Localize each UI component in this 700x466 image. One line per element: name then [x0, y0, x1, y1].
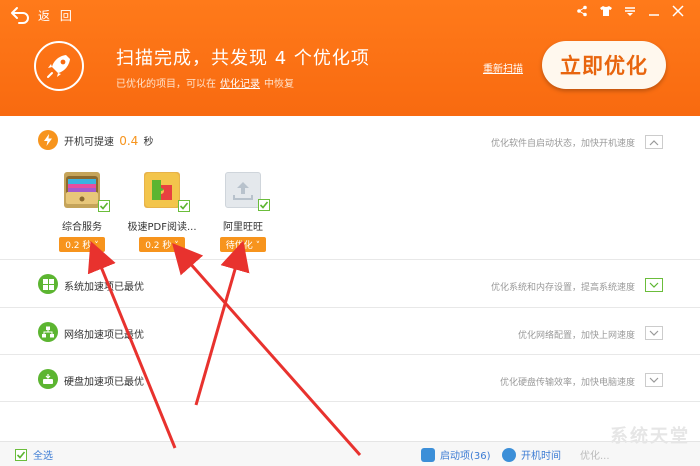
- watermark-logo: 系统天堂: [580, 410, 695, 462]
- disk-section: 硬盘加速项已最优 优化硬盘传输效率，加快电脑速度: [0, 355, 700, 402]
- app-item[interactable]: 极速PDF阅读... 0.2 秒 ˅: [122, 172, 202, 252]
- windows-icon: [38, 274, 58, 294]
- optimize-now-button[interactable]: 立即优化: [542, 41, 666, 89]
- back-button[interactable]: 返 回: [10, 5, 75, 25]
- app-item[interactable]: 综合服务 0.2 秒 ˅: [42, 172, 122, 252]
- lightning-icon: [38, 130, 58, 150]
- shirt-icon[interactable]: [594, 2, 618, 20]
- collapse-toggle[interactable]: [645, 135, 663, 149]
- page-subtitle: 已优化的项目，可以在 优化记录 中恢复: [116, 75, 294, 90]
- select-all-label: 全选: [33, 451, 53, 462]
- optimize-history-link[interactable]: 优化记录: [220, 79, 260, 90]
- checkbox[interactable]: [258, 199, 270, 211]
- boot-time-link[interactable]: 开机时间: [502, 447, 561, 462]
- startup-items-icon: [421, 447, 435, 462]
- app-name: 综合服务: [62, 222, 102, 233]
- system-title: 系统加速项已最优: [64, 282, 144, 293]
- rescan-link[interactable]: 重新扫描: [483, 60, 523, 75]
- rocket-icon: [34, 41, 84, 91]
- expand-toggle[interactable]: [645, 278, 663, 292]
- wallet-icon: [64, 172, 110, 212]
- startup-items-label: 启动项(36): [440, 451, 491, 462]
- app-name: 极速PDF阅读...: [127, 222, 197, 233]
- expand-toggle[interactable]: [645, 373, 663, 387]
- subtitle-suffix: 中恢复: [264, 79, 294, 90]
- disk-icon: [38, 369, 58, 389]
- startup-desc: 优化软件自启动状态，加快开机速度: [490, 139, 635, 149]
- startup-unit: 秒: [143, 137, 154, 148]
- puzzle-icon: [144, 172, 190, 212]
- app-time-dropdown[interactable]: 0.2 秒 ˅: [59, 237, 105, 252]
- expand-toggle[interactable]: [645, 326, 663, 340]
- back-label: 返 回: [38, 8, 75, 23]
- page-title: 扫描完成，共发现 4 个优化项: [116, 48, 370, 69]
- subtitle-prefix: 已优化的项目，可以在: [116, 79, 216, 90]
- startup-value: 0.4: [119, 134, 139, 148]
- checkbox[interactable]: [178, 200, 190, 212]
- checkbox[interactable]: [15, 448, 27, 461]
- boot-time-label: 开机时间: [521, 451, 561, 462]
- select-all-checkbox[interactable]: 全选: [15, 447, 53, 462]
- app-name: 阿里旺旺: [223, 222, 263, 233]
- network-title: 网络加速项已最优: [64, 330, 144, 341]
- menu-icon[interactable]: [618, 2, 642, 20]
- startup-title-prefix: 开机可提速: [64, 137, 114, 148]
- minimize-icon[interactable]: [642, 2, 666, 20]
- startup-items-link[interactable]: 启动项(36): [421, 447, 491, 462]
- disk-desc: 优化硬盘传输效率，加快电脑速度: [499, 378, 635, 388]
- clock-icon: [502, 447, 516, 462]
- upload-icon: [225, 172, 270, 211]
- close-icon[interactable]: [666, 2, 690, 20]
- startup-section: 开机可提速 0.4 秒 优化软件自启动状态，加快开机速度 综合服务 0.2 秒 …: [0, 117, 700, 260]
- app-time-dropdown[interactable]: 待优化 ˅: [219, 237, 267, 252]
- checkbox[interactable]: [98, 200, 110, 212]
- app-time-dropdown[interactable]: 0.2 秒 ˅: [139, 237, 185, 252]
- share-icon[interactable]: [570, 2, 594, 20]
- window-controls: [570, 2, 690, 20]
- network-icon: [38, 322, 58, 342]
- app-badge-text: 0.2 秒: [65, 241, 92, 251]
- watermark-text: 系统天堂: [610, 426, 690, 447]
- back-arrow-icon: [11, 7, 29, 24]
- system-section: 系统加速项已最优 优化系统和内存设置，提高系统速度: [0, 260, 700, 308]
- app-badge-text: 待优化: [225, 241, 253, 251]
- disk-title: 硬盘加速项已最优: [64, 377, 144, 388]
- system-desc: 优化系统和内存设置，提高系统速度: [490, 283, 635, 293]
- app-badge-text: 0.2 秒: [145, 241, 172, 251]
- network-desc: 优化网络配置，加快上网速度: [517, 331, 635, 341]
- startup-title: 开机可提速 0.4 秒: [64, 133, 153, 148]
- app-item[interactable]: 阿里旺旺 待优化 ˅: [203, 172, 283, 252]
- network-section: 网络加速项已最优 优化网络配置，加快上网速度: [0, 308, 700, 355]
- header-bar: 返 回 扫描完成，共发现 4 个优化项 已优化的项目，可以在 优化记录 中恢复 重新…: [0, 0, 700, 116]
